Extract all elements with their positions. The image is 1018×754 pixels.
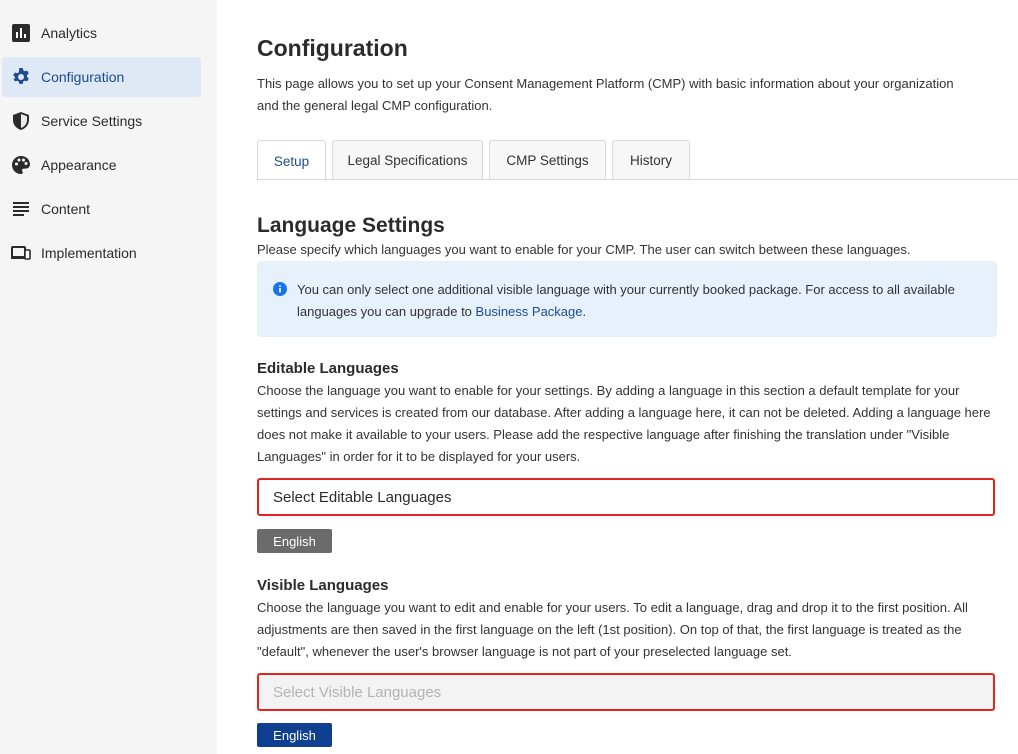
visible-language-chip-english[interactable]: English — [257, 723, 332, 747]
language-settings-title: Language Settings — [257, 214, 445, 237]
info-notice: You can only select one additional visib… — [257, 261, 997, 337]
tab-legal-specifications[interactable]: Legal Specifications — [332, 140, 483, 180]
visible-languages-select[interactable]: Select Visible Languages — [257, 673, 995, 711]
sidebar-item-label: Appearance — [41, 157, 117, 173]
page-description: This page allows you to set up your Cons… — [257, 76, 954, 113]
sidebar-item-label: Configuration — [41, 69, 125, 85]
business-package-link[interactable]: Business Package — [476, 304, 583, 319]
sidebar-item-analytics[interactable]: Analytics — [2, 13, 201, 53]
info-suffix: . — [582, 304, 587, 319]
visible-languages-title: Visible Languages — [257, 577, 389, 594]
editable-languages-title: Editable Languages — [257, 360, 399, 377]
sidebar-item-label: Analytics — [41, 25, 98, 41]
sidebar-item-appearance[interactable]: Appearance — [2, 145, 201, 185]
tab-setup[interactable]: Setup — [257, 140, 326, 181]
palette-icon — [11, 155, 31, 175]
sidebar-item-label: Service Settings — [41, 113, 143, 129]
language-settings-description: Please specify which languages you want … — [257, 242, 911, 257]
editable-languages-select[interactable]: Select Editable Languages — [257, 478, 995, 516]
sidebar-item-implementation[interactable]: Implementation — [2, 233, 201, 273]
gear-icon — [11, 67, 31, 87]
sidebar-item-label: Content — [41, 201, 91, 217]
editable-languages-description: Choose the language you want to enable f… — [257, 383, 991, 464]
page-title: Configuration — [257, 35, 408, 61]
tab-history[interactable]: History — [612, 140, 690, 180]
info-text: You can only select one additional visib… — [297, 279, 977, 323]
text-lines-icon — [11, 199, 31, 219]
shield-icon — [11, 111, 31, 131]
sidebar-item-service-settings[interactable]: Service Settings — [2, 101, 201, 141]
tab-cmp-settings[interactable]: CMP Settings — [489, 140, 606, 180]
bar-chart-icon — [11, 23, 31, 43]
sidebar-item-content[interactable]: Content — [2, 189, 201, 229]
editable-language-chip-english[interactable]: English — [257, 529, 332, 553]
sidebar-item-label: Implementation — [41, 245, 137, 261]
info-icon — [273, 282, 287, 296]
visible-languages-description: Choose the language you want to edit and… — [257, 600, 968, 659]
sidebar-item-configuration[interactable]: Configuration — [2, 57, 201, 97]
info-message: You can only select one additional visib… — [297, 282, 955, 319]
tabs-divider — [257, 179, 1018, 180]
sidebar: Analytics Configuration Service Settings… — [0, 0, 217, 754]
devices-icon — [11, 243, 31, 263]
